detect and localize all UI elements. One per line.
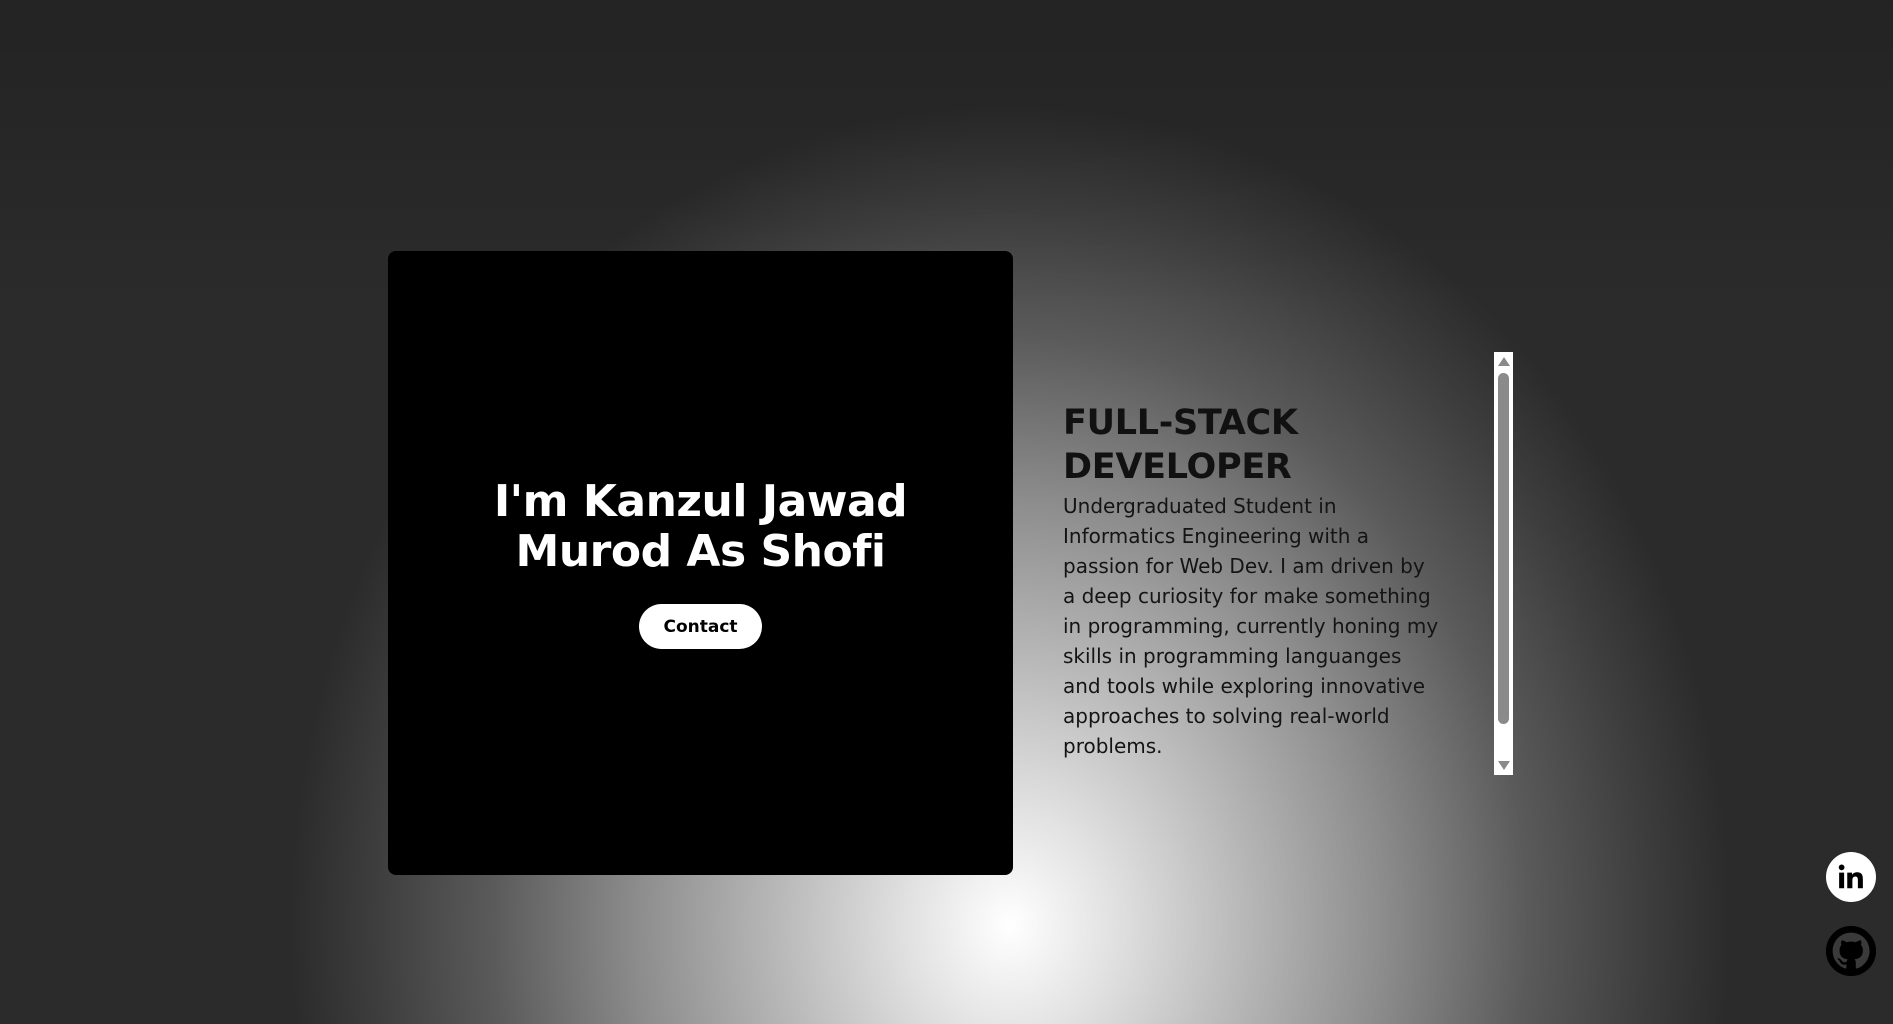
github-icon	[1826, 926, 1876, 976]
role-title: FULL-STACK DEVELOPER	[1063, 403, 1298, 487]
contact-button[interactable]: Contact	[639, 604, 762, 649]
about-content: FULL-STACK DEVELOPER Undergraduated Stud…	[1063, 401, 1443, 761]
about-scrollbar[interactable]	[1494, 352, 1513, 775]
scroll-up-arrow-icon[interactable]	[1498, 357, 1510, 366]
hero-card: I'm Kanzul Jawad Murod As Shofi Contact	[388, 251, 1013, 875]
scroll-down-arrow-icon[interactable]	[1498, 761, 1510, 770]
github-link[interactable]	[1826, 926, 1876, 976]
about-panel[interactable]: FULL-STACK DEVELOPER Undergraduated Stud…	[1063, 351, 1514, 776]
linkedin-link[interactable]	[1826, 852, 1876, 902]
about-description: Undergraduated Student in Informatics En…	[1063, 494, 1439, 758]
linkedin-icon	[1838, 864, 1863, 889]
hero-title: I'm Kanzul Jawad Murod As Shofi	[493, 476, 908, 577]
scroll-thumb[interactable]	[1498, 373, 1509, 724]
